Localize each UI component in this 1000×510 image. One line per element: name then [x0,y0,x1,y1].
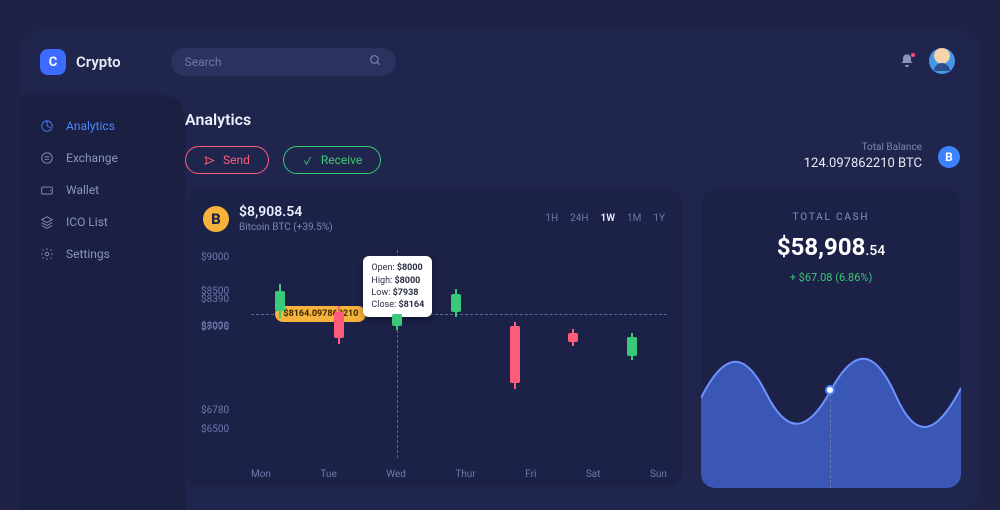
x-tick: Wed [386,469,406,480]
x-tick: Thur [455,469,475,480]
receive-label: Receive [321,153,362,167]
notifications-icon[interactable] [899,53,915,69]
candle[interactable] [627,250,637,436]
chart-card: B $8,908.54 Bitcoin BTC (+39.5%) 1H 24H … [185,188,683,488]
exchange-icon [40,151,54,165]
bitcoin-badge-icon: B [938,146,960,168]
range-selector: 1H 24H 1W 1M 1Y [545,213,665,224]
wallet-icon [40,183,54,197]
analytics-icon [40,119,54,133]
candle[interactable] [451,250,461,436]
x-tick: Fri [525,469,536,480]
balance-label: Total Balance [804,142,922,153]
sidebar-item-label: Exchange [66,151,118,165]
total-cash-title: TOTAL CASH [701,212,961,223]
range-1y[interactable]: 1Y [653,213,665,224]
brand-name: Crypto [76,53,121,71]
chart-subtitle: Bitcoin BTC (+39.5%) [239,222,333,233]
gear-icon [40,247,54,261]
range-1h[interactable]: 1H [545,213,558,224]
y-tick: $6500 [201,424,229,435]
sidebar-item-settings[interactable]: Settings [40,238,160,270]
receive-icon [302,155,313,166]
candle[interactable] [275,250,285,436]
layers-icon [40,215,54,229]
sidebar-item-label: Settings [66,247,110,261]
candle[interactable] [510,250,520,436]
candle[interactable] [568,250,578,436]
page-title: Analytics [185,110,960,129]
candlestick-plot[interactable]: $9000$8500$8390$8000$7976$6780$6500 $816… [201,250,673,458]
chart-price: $8,908.54 [239,204,333,220]
receive-button[interactable]: Receive [283,146,381,174]
brand-logo: C [40,49,66,75]
y-tick: $8390 [201,294,229,305]
search-icon [369,54,382,70]
sidebar: Analytics Exchange Wallet ICO List Setti… [20,110,160,270]
search-placeholder: Search [185,55,222,69]
balance-value: 124.097862210 BTC [804,156,922,171]
send-label: Send [223,153,250,167]
search-input[interactable]: Search [171,48,396,76]
user-avatar[interactable] [929,48,955,74]
x-tick: Tue [320,469,336,480]
send-icon [204,155,215,166]
sidebar-item-label: ICO List [66,215,108,229]
send-button[interactable]: Send [185,146,269,174]
sidebar-item-label: Analytics [66,119,115,133]
x-tick: Mon [251,469,271,480]
area-wave [701,318,961,488]
candle[interactable] [392,250,402,436]
y-tick: $6780 [201,405,229,416]
price-pill: $8164.097862210 [275,306,366,322]
total-cash-delta: + $67.08 (6.86%) [701,271,961,284]
balance-block: Total Balance 124.097862210 BTC B [804,142,960,171]
candle[interactable] [334,250,344,436]
sidebar-item-exchange[interactable]: Exchange [40,142,160,174]
range-24h[interactable]: 24H [570,213,588,224]
marker-dot-icon [825,385,835,395]
total-cash-card: TOTAL CASH $58,908.54 + $67.08 (6.86%) [701,188,961,488]
range-1m[interactable]: 1M [627,213,641,224]
sidebar-item-analytics[interactable]: Analytics [40,110,160,142]
x-tick: Sat [586,469,601,480]
x-tick: Sun [650,469,667,480]
total-cash-value: $58,908.54 [701,233,961,261]
y-tick: $9000 [201,252,229,263]
sidebar-item-icolist[interactable]: ICO List [40,206,160,238]
range-1w[interactable]: 1W [601,213,616,224]
sidebar-item-label: Wallet [66,183,99,197]
bitcoin-icon: B [203,206,229,232]
y-tick: $7976 [201,322,229,333]
sidebar-item-wallet[interactable]: Wallet [40,174,160,206]
